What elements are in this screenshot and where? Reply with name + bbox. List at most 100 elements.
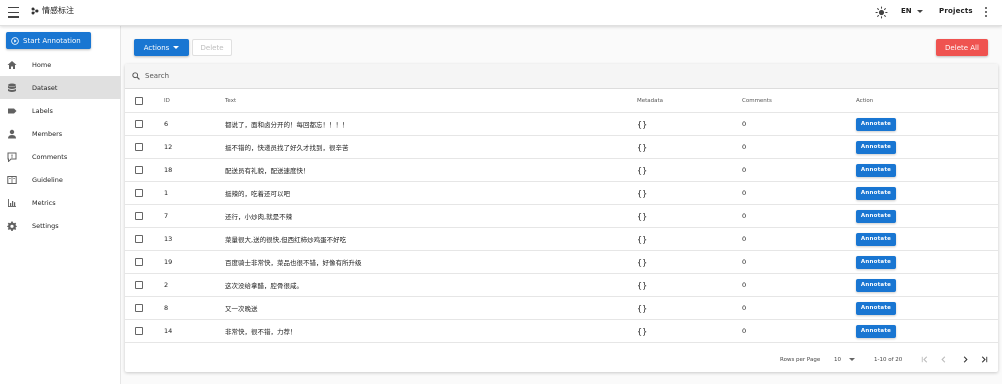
row-comments: 0 bbox=[742, 235, 747, 243]
annotate-button[interactable]: Annotate bbox=[856, 186, 896, 200]
row-text: 非常快，很不错，力荐！ bbox=[225, 328, 297, 336]
brightness-icon[interactable] bbox=[875, 6, 888, 19]
sidebar-item-label: Guideline bbox=[32, 175, 63, 184]
last-page-icon[interactable] bbox=[980, 355, 989, 364]
label-icon bbox=[8, 108, 17, 113]
sidebar-item-home[interactable]: Home bbox=[0, 53, 121, 76]
app-bar: 情感标注 EN Projects bbox=[0, 0, 1002, 26]
sidebar: Start Annotation Home Dataset Labels Mem… bbox=[0, 26, 121, 384]
row-text: 配送员有礼貌，配送速度快！ bbox=[225, 167, 310, 175]
sidebar-item-settings[interactable]: Settings bbox=[0, 214, 121, 237]
rows-per-page-select[interactable]: 10 bbox=[834, 347, 855, 372]
column-header-action: Action bbox=[856, 97, 874, 104]
person-icon bbox=[8, 129, 16, 138]
row-checkbox[interactable] bbox=[135, 166, 143, 174]
row-checkbox[interactable] bbox=[135, 143, 143, 151]
chevron-down-icon bbox=[849, 358, 855, 361]
annotate-button[interactable]: Annotate bbox=[856, 232, 896, 246]
book-icon bbox=[7, 175, 17, 184]
row-checkbox[interactable] bbox=[135, 327, 143, 335]
table-row: 7 还行，小炒肉,就是不辣 {} 0 Annotate bbox=[125, 205, 998, 228]
table-row: 19 百度骑士非常快，菜品也很不错，好像有所升级 {} 0 Annotate bbox=[125, 251, 998, 274]
annotate-button[interactable]: Annotate bbox=[856, 117, 896, 131]
sidebar-item-label: Labels bbox=[32, 106, 53, 115]
row-text: 挺辣的，吃着还可以吧 bbox=[225, 190, 290, 198]
row-text: 百度骑士非常快，菜品也很不错，好像有所升级 bbox=[225, 259, 362, 267]
row-text: 又一次晚送 bbox=[225, 305, 258, 313]
search-icon bbox=[132, 72, 140, 80]
annotate-button[interactable]: Annotate bbox=[856, 301, 896, 315]
play-circle-icon bbox=[11, 36, 19, 45]
language-selector[interactable]: EN bbox=[901, 7, 923, 15]
sidebar-item-label: Dataset bbox=[32, 83, 58, 92]
annotate-button[interactable]: Annotate bbox=[856, 278, 896, 292]
row-checkbox[interactable] bbox=[135, 235, 143, 243]
row-text: 还行，小炒肉,就是不辣 bbox=[225, 213, 293, 221]
table-body: 6 都说了，面和卤分开的！每回都忘！！！！{} 0 Annotate 12 挺不错的，快递… bbox=[125, 113, 998, 343]
sidebar-item-comments[interactable]: Comments bbox=[0, 145, 121, 168]
projects-link[interactable]: Projects bbox=[939, 7, 973, 15]
app-title: 情感标注 bbox=[42, 6, 74, 15]
row-checkbox[interactable] bbox=[135, 281, 143, 289]
table-row: 2 这次没给拿醋，腔骨很咸。 {} 0 Annotate bbox=[125, 274, 998, 297]
select-all-checkbox[interactable] bbox=[135, 96, 143, 105]
row-id: 6 bbox=[164, 120, 169, 128]
table-row: 12 挺不错的，快递员找了好久才找到，很辛苦 {} 0 Annotate bbox=[125, 136, 998, 159]
annotate-button[interactable]: Annotate bbox=[856, 163, 896, 177]
sidebar-item-members[interactable]: Members bbox=[0, 122, 121, 145]
delete-button[interactable]: Delete bbox=[192, 39, 232, 56]
start-annotation-label: Start Annotation bbox=[23, 36, 81, 45]
annotate-button[interactable]: Annotate bbox=[856, 140, 896, 154]
row-metadata: {} bbox=[637, 142, 648, 152]
previous-page-icon[interactable] bbox=[939, 355, 948, 364]
row-checkbox[interactable] bbox=[135, 304, 143, 312]
table-header: ID Text Metadata Comments Action bbox=[125, 89, 998, 113]
app-brand[interactable]: 情感标注 bbox=[31, 5, 74, 16]
chart-icon bbox=[8, 198, 16, 207]
actions-button[interactable]: Actions bbox=[134, 39, 189, 56]
search-bar[interactable]: Search bbox=[125, 64, 998, 89]
row-checkbox[interactable] bbox=[135, 258, 143, 266]
column-header-comments[interactable]: Comments bbox=[742, 89, 772, 112]
sidebar-item-labels[interactable]: Labels bbox=[0, 99, 121, 122]
sidebar-item-guideline[interactable]: Guideline bbox=[0, 168, 121, 191]
comment-icon bbox=[7, 152, 17, 162]
row-checkbox[interactable] bbox=[135, 189, 143, 197]
row-text: 菜量很大,送的很快,但西红柿炒鸡蛋不好吃 bbox=[225, 236, 347, 244]
annotate-button[interactable]: Annotate bbox=[856, 324, 896, 338]
table-row: 1 挺辣的，吃着还可以吧 {} 0 Annotate bbox=[125, 182, 998, 205]
next-page-icon[interactable] bbox=[961, 355, 970, 364]
gear-icon bbox=[7, 221, 17, 231]
column-header-text[interactable]: Text bbox=[225, 89, 236, 112]
column-header-metadata[interactable]: Metadata bbox=[637, 89, 663, 112]
chevron-down-icon bbox=[173, 46, 180, 49]
menu-icon[interactable] bbox=[8, 7, 19, 18]
search-input[interactable]: Search bbox=[145, 72, 169, 80]
more-vert-icon[interactable] bbox=[985, 7, 989, 19]
row-metadata: {} bbox=[637, 188, 648, 198]
row-id: 12 bbox=[164, 143, 173, 151]
row-id: 8 bbox=[164, 304, 169, 312]
row-metadata: {} bbox=[637, 257, 648, 267]
column-header-id[interactable]: ID bbox=[164, 89, 170, 112]
sidebar-item-label: Settings bbox=[32, 221, 59, 230]
row-comments: 0 bbox=[742, 143, 747, 151]
dataset-table-card: Search ID Text Metadata Comments Action … bbox=[125, 64, 998, 372]
delete-all-button[interactable]: Delete All bbox=[936, 39, 988, 56]
row-checkbox[interactable] bbox=[135, 120, 143, 128]
sidebar-item-metrics[interactable]: Metrics bbox=[0, 191, 121, 214]
first-page-icon[interactable] bbox=[920, 355, 929, 364]
annotate-button[interactable]: Annotate bbox=[856, 209, 896, 223]
start-annotation-button[interactable]: Start Annotation bbox=[6, 32, 91, 49]
row-metadata: {} bbox=[637, 303, 648, 313]
row-comments: 0 bbox=[742, 212, 747, 220]
row-comments: 0 bbox=[742, 189, 747, 197]
main-content: Actions Delete Delete All Search ID Text… bbox=[121, 26, 1002, 384]
row-metadata: {} bbox=[637, 326, 648, 336]
row-id: 7 bbox=[164, 212, 169, 220]
row-checkbox[interactable] bbox=[135, 212, 143, 220]
annotate-button[interactable]: Annotate bbox=[856, 255, 896, 269]
sidebar-item-dataset[interactable]: Dataset bbox=[0, 76, 121, 99]
chevron-down-icon bbox=[916, 9, 923, 13]
database-icon bbox=[8, 83, 16, 92]
